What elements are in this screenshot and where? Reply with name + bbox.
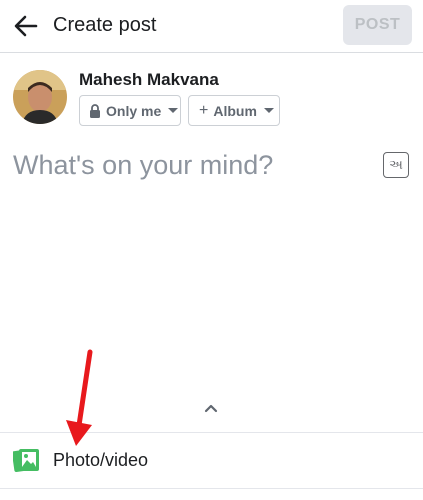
transliteration-icon: અ bbox=[389, 157, 403, 173]
privacy-label: Only me bbox=[106, 102, 162, 119]
photo-video-icon bbox=[13, 448, 39, 473]
post-composer-input[interactable]: What's on your mind? bbox=[13, 150, 373, 181]
privacy-selector[interactable]: Only me bbox=[79, 95, 181, 126]
expand-options-button[interactable] bbox=[203, 400, 219, 416]
chevron-down-icon bbox=[263, 108, 274, 113]
back-button[interactable] bbox=[12, 12, 40, 40]
user-name: Mahesh Makvana bbox=[79, 70, 219, 89]
album-label: Album bbox=[213, 102, 257, 119]
plus-icon: + bbox=[199, 101, 209, 119]
chevron-down-icon bbox=[168, 108, 179, 113]
transliteration-button[interactable]: અ bbox=[383, 152, 409, 178]
lock-icon bbox=[90, 103, 100, 118]
app-header: Create post POST bbox=[0, 0, 423, 53]
arrow-left-icon bbox=[14, 15, 38, 37]
avatar bbox=[13, 70, 67, 124]
post-button[interactable]: POST bbox=[343, 5, 412, 45]
photo-video-label: Photo/video bbox=[53, 450, 149, 470]
page-title: Create post bbox=[53, 14, 157, 36]
divider bbox=[0, 488, 423, 489]
album-selector[interactable]: + Album bbox=[188, 95, 280, 126]
chevron-up-icon bbox=[204, 404, 218, 413]
photo-video-option[interactable]: Photo/video bbox=[0, 433, 423, 488]
